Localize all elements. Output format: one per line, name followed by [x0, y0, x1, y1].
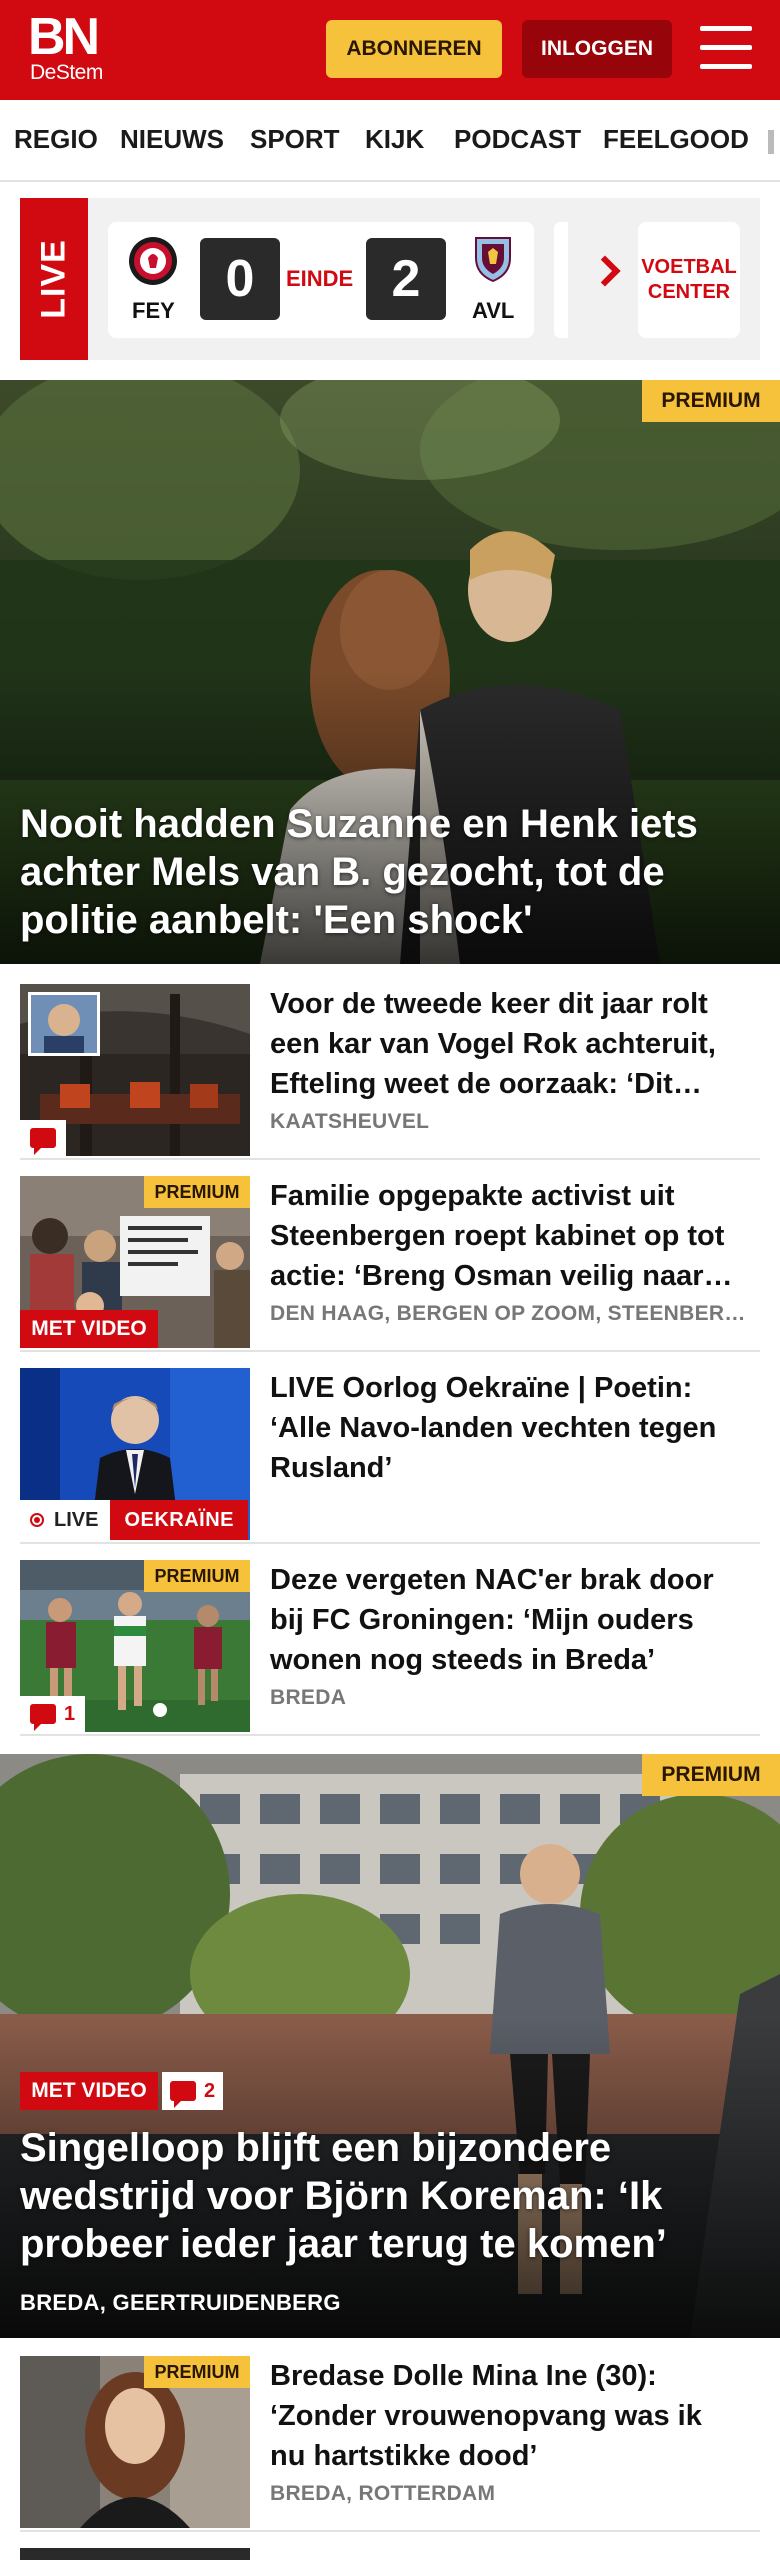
comment-count: 2	[204, 2079, 216, 2102]
list-item[interactable]: PREMIUM MET VIDEO Familie opgepakte acti…	[20, 1176, 760, 1352]
comment-badge	[20, 1120, 66, 1156]
article-title[interactable]: LIVE Oorlog Oekraïne | Poetin: ‘Alle Nav…	[270, 1368, 740, 1488]
site-logo[interactable]: BN DeStem	[28, 8, 118, 84]
live-tag: LIVE	[20, 198, 88, 360]
logo-main-text: BN	[28, 8, 100, 66]
article-thumbnail: PREMIUM MET VIDEO	[20, 1176, 250, 1348]
article-title[interactable]: Voor de tweede keer dit jaar rolt een ka…	[270, 984, 740, 1104]
next-article-thumbnail-peek	[20, 2548, 250, 2560]
feyenoord-crest-icon	[129, 237, 177, 285]
nav-item-kijk[interactable]: KIJK	[365, 124, 424, 155]
premium-badge: PREMIUM	[642, 380, 780, 422]
article-location: KAATSHEUVEL	[270, 1110, 430, 1133]
nav-item-regio[interactable]: REGIO	[14, 124, 98, 155]
article-title[interactable]: Familie opgepakte activist uit Steenberg…	[270, 1176, 740, 1296]
home-score: 0	[200, 238, 280, 320]
logo-sub-text: DeStem	[30, 61, 103, 84]
premium-badge: PREMIUM	[144, 1560, 250, 1592]
comment-bubble-icon	[30, 1128, 56, 1155]
article-thumbnail: LIVE OEKRAÏNE	[20, 1368, 250, 1540]
article-thumbnail: PREMIUM	[20, 2356, 250, 2528]
comment-count: 1	[64, 1702, 76, 1725]
hero-title[interactable]: Nooit hadden Suzanne en Henk iets achter…	[20, 800, 740, 944]
live-dot-icon	[30, 1513, 44, 1527]
premium-badge: PREMIUM	[144, 2356, 250, 2388]
live-topic-badge: LIVE OEKRAÏNE	[20, 1500, 249, 1540]
subscribe-button[interactable]: ABONNEREN	[326, 20, 502, 78]
article-thumbnail	[20, 984, 250, 1156]
match-score-card[interactable]: FEY 0 EINDE 2 AVL	[108, 222, 534, 338]
list-item[interactable]: PREMIUM Bredase Dolle Mina Ine (30): ‘Zo…	[20, 2356, 760, 2532]
list-item[interactable]: LIVE OEKRAÏNE LIVE Oorlog Oekraïne | Poe…	[20, 1368, 760, 1544]
section-nav: REGIO NIEUWS SPORT KIJK PODCAST FEELGOOD	[0, 100, 780, 182]
nav-item-podcast[interactable]: PODCAST	[454, 124, 581, 155]
live-indicator-label: LIVE	[54, 1508, 99, 1531]
login-button[interactable]: INLOGGEN	[522, 20, 672, 78]
comment-badge: 1	[20, 1696, 86, 1732]
away-team-code: AVL	[472, 298, 515, 323]
list-item[interactable]: PREMIUM 1 Deze vergeten NAC'er brak door…	[20, 1560, 760, 1736]
hero-article[interactable]: PREMIUM MET VIDEO 2 Singelloop blijft ee…	[0, 1754, 780, 2338]
list-item[interactable]: Voor de tweede keer dit jaar rolt een ka…	[20, 984, 760, 1160]
chevron-right-icon[interactable]	[589, 255, 621, 287]
voetbal-center-label: VOETBAL CENTER	[641, 256, 737, 303]
article-location: BREDA, ROTTERDAM	[270, 2482, 496, 2505]
live-indicator: LIVE	[20, 1500, 111, 1540]
video-badge: MET VIDEO	[20, 2072, 158, 2110]
article-title[interactable]: Deze vergeten NAC'er brak door bij FC Gr…	[270, 1560, 740, 1680]
live-score-bar: LIVE FEY 0 EINDE 2 AVL VOETBAL CENTER	[20, 198, 760, 360]
match-status: EINDE	[286, 266, 354, 291]
next-match-card[interactable]	[554, 222, 568, 338]
hero-article[interactable]: PREMIUM Nooit hadden Suzanne en Henk iet…	[0, 380, 780, 964]
hamburger-menu-icon[interactable]	[700, 26, 752, 70]
premium-badge: PREMIUM	[144, 1176, 250, 1208]
nav-item-feelgood[interactable]: FEELGOOD	[603, 124, 749, 155]
comment-bubble-icon	[30, 1704, 56, 1731]
nav-item-sport[interactable]: SPORT	[250, 124, 340, 155]
article-location: DEN HAAG, BERGEN OP ZOOM, STEENBERGEN	[270, 1302, 750, 1325]
premium-badge: PREMIUM	[642, 1754, 780, 1796]
comment-bubble-icon	[170, 2081, 196, 2108]
away-score: 2	[366, 238, 446, 320]
nav-overflow-hint	[768, 130, 774, 154]
site-header: BN DeStem ABONNEREN INLOGGEN	[0, 0, 780, 100]
video-badge: MET VIDEO	[20, 1310, 158, 1348]
comment-badge: 2	[162, 2072, 224, 2110]
article-title[interactable]: Bredase Dolle Mina Ine (30): ‘Zonder vro…	[270, 2356, 740, 2476]
article-thumbnail: PREMIUM 1	[20, 1560, 250, 1732]
article-location: BREDA	[270, 1686, 347, 1709]
live-tag-label: LIVE	[34, 239, 73, 319]
aston-villa-crest-icon	[475, 237, 511, 283]
nav-item-nieuws[interactable]: NIEUWS	[120, 124, 224, 155]
home-team-code: FEY	[132, 298, 175, 323]
hero-title[interactable]: Singelloop blijft een bijzondere wedstri…	[20, 2124, 740, 2268]
topic-badge: OEKRAÏNE	[110, 1500, 249, 1540]
voetbal-center-button[interactable]: VOETBAL CENTER	[638, 222, 740, 338]
hero-location: BREDA, GEERTRUIDENBERG	[20, 2290, 341, 2315]
